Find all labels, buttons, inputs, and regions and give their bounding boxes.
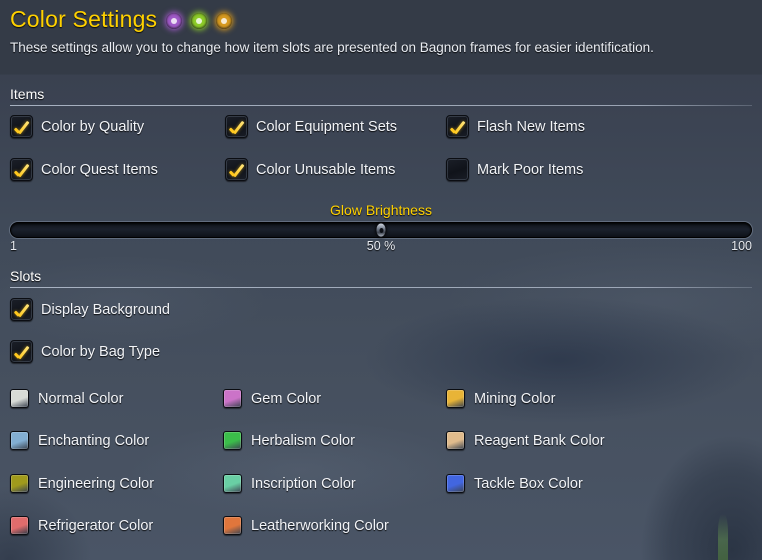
color-picker-refrigerator[interactable]: Refrigerator Color [10, 516, 153, 535]
panel-description: These settings allow you to change how i… [10, 40, 654, 55]
orb-green-icon [191, 13, 208, 29]
color-label: Refrigerator Color [38, 517, 154, 534]
section-slots: Slots [10, 268, 752, 288]
slider-track[interactable] [10, 222, 752, 238]
color-label: Normal Color [38, 390, 124, 407]
section-items-label: Items [10, 86, 45, 102]
checkbox-box[interactable] [10, 340, 33, 363]
checkbox-flash-new-items[interactable]: Flash New Items [446, 115, 585, 138]
checkbox-mark-poor-items[interactable]: Mark Poor Items [446, 158, 583, 181]
checkbox-color-by-bag-type[interactable]: Color by Bag Type [10, 340, 160, 363]
color-picker-mining[interactable]: Mining Color [446, 389, 555, 408]
color-label: Herbalism Color [251, 432, 355, 449]
color-settings-panel: Color Settings These settings allow you … [0, 0, 762, 560]
checkbox-box[interactable] [225, 158, 248, 181]
color-label: Engineering Color [38, 475, 155, 492]
color-swatch[interactable] [223, 431, 242, 450]
section-slots-divider [10, 287, 752, 288]
color-picker-normal[interactable]: Normal Color [10, 389, 123, 408]
color-swatch[interactable] [223, 389, 242, 408]
color-picker-reagent-bank[interactable]: Reagent Bank Color [446, 431, 605, 450]
orb-purple-icon [166, 13, 183, 29]
color-label: Enchanting Color [38, 432, 150, 449]
color-picker-leatherworking[interactable]: Leatherworking Color [223, 516, 389, 535]
checkbox-color-unusable-items[interactable]: Color Unusable Items [225, 158, 395, 181]
page-title-row: Color Settings [10, 6, 233, 33]
checkbox-box[interactable] [446, 158, 469, 181]
color-picker-enchanting[interactable]: Enchanting Color [10, 431, 149, 450]
color-swatch[interactable] [10, 474, 29, 493]
checkbox-color-by-quality[interactable]: Color by Quality [10, 115, 144, 138]
checkbox-box[interactable] [10, 298, 33, 321]
checkbox-label: Color by Quality [41, 118, 145, 135]
checkbox-box[interactable] [10, 158, 33, 181]
page-title: Color Settings [10, 6, 158, 32]
checkbox-color-equipment-sets[interactable]: Color Equipment Sets [225, 115, 397, 138]
checkbox-label: Flash New Items [477, 118, 585, 135]
color-swatch[interactable] [223, 516, 242, 535]
color-label: Mining Color [474, 390, 556, 407]
checkbox-label: Color Unusable Items [256, 161, 396, 178]
color-swatch[interactable] [10, 516, 29, 535]
slider-thumb[interactable] [375, 222, 387, 238]
checkbox-display-background[interactable]: Display Background [10, 298, 170, 321]
color-swatch[interactable] [10, 431, 29, 450]
section-items-divider [10, 105, 752, 106]
color-picker-inscription[interactable]: Inscription Color [223, 474, 356, 493]
color-label: Inscription Color [251, 475, 356, 492]
color-label: Gem Color [251, 390, 322, 407]
glow-brightness-slider[interactable]: Glow Brightness 1 50 % 100 [10, 202, 752, 255]
checkbox-label: Color by Bag Type [41, 343, 161, 360]
slider-value-label: 50 % [366, 239, 396, 253]
checkbox-label: Mark Poor Items [477, 161, 584, 178]
slider-scale: 1 50 % 100 [10, 239, 752, 255]
color-picker-tackle-box[interactable]: Tackle Box Color [446, 474, 583, 493]
color-swatch[interactable] [446, 389, 465, 408]
section-slots-label: Slots [10, 268, 42, 284]
checkbox-color-quest-items[interactable]: Color Quest Items [10, 158, 158, 181]
checkbox-box[interactable] [10, 115, 33, 138]
color-swatch[interactable] [10, 389, 29, 408]
slider-max-label: 100 [731, 239, 752, 253]
color-label: Reagent Bank Color [474, 432, 605, 449]
checkbox-label: Color Equipment Sets [256, 118, 398, 135]
checkbox-label: Color Quest Items [41, 161, 158, 178]
color-picker-engineering[interactable]: Engineering Color [10, 474, 154, 493]
color-label: Tackle Box Color [474, 475, 583, 492]
color-label: Leatherworking Color [251, 517, 389, 534]
slider-title: Glow Brightness [330, 202, 432, 218]
checkbox-label: Display Background [41, 301, 170, 318]
slider-min-label: 1 [10, 239, 17, 253]
color-picker-gem[interactable]: Gem Color [223, 389, 321, 408]
checkbox-box[interactable] [446, 115, 469, 138]
checkbox-box[interactable] [225, 115, 248, 138]
orb-gold-icon [216, 13, 233, 29]
color-swatch[interactable] [223, 474, 242, 493]
section-items: Items [10, 86, 752, 106]
color-picker-herbalism[interactable]: Herbalism Color [223, 431, 355, 450]
color-swatch[interactable] [446, 431, 465, 450]
color-swatch[interactable] [446, 474, 465, 493]
